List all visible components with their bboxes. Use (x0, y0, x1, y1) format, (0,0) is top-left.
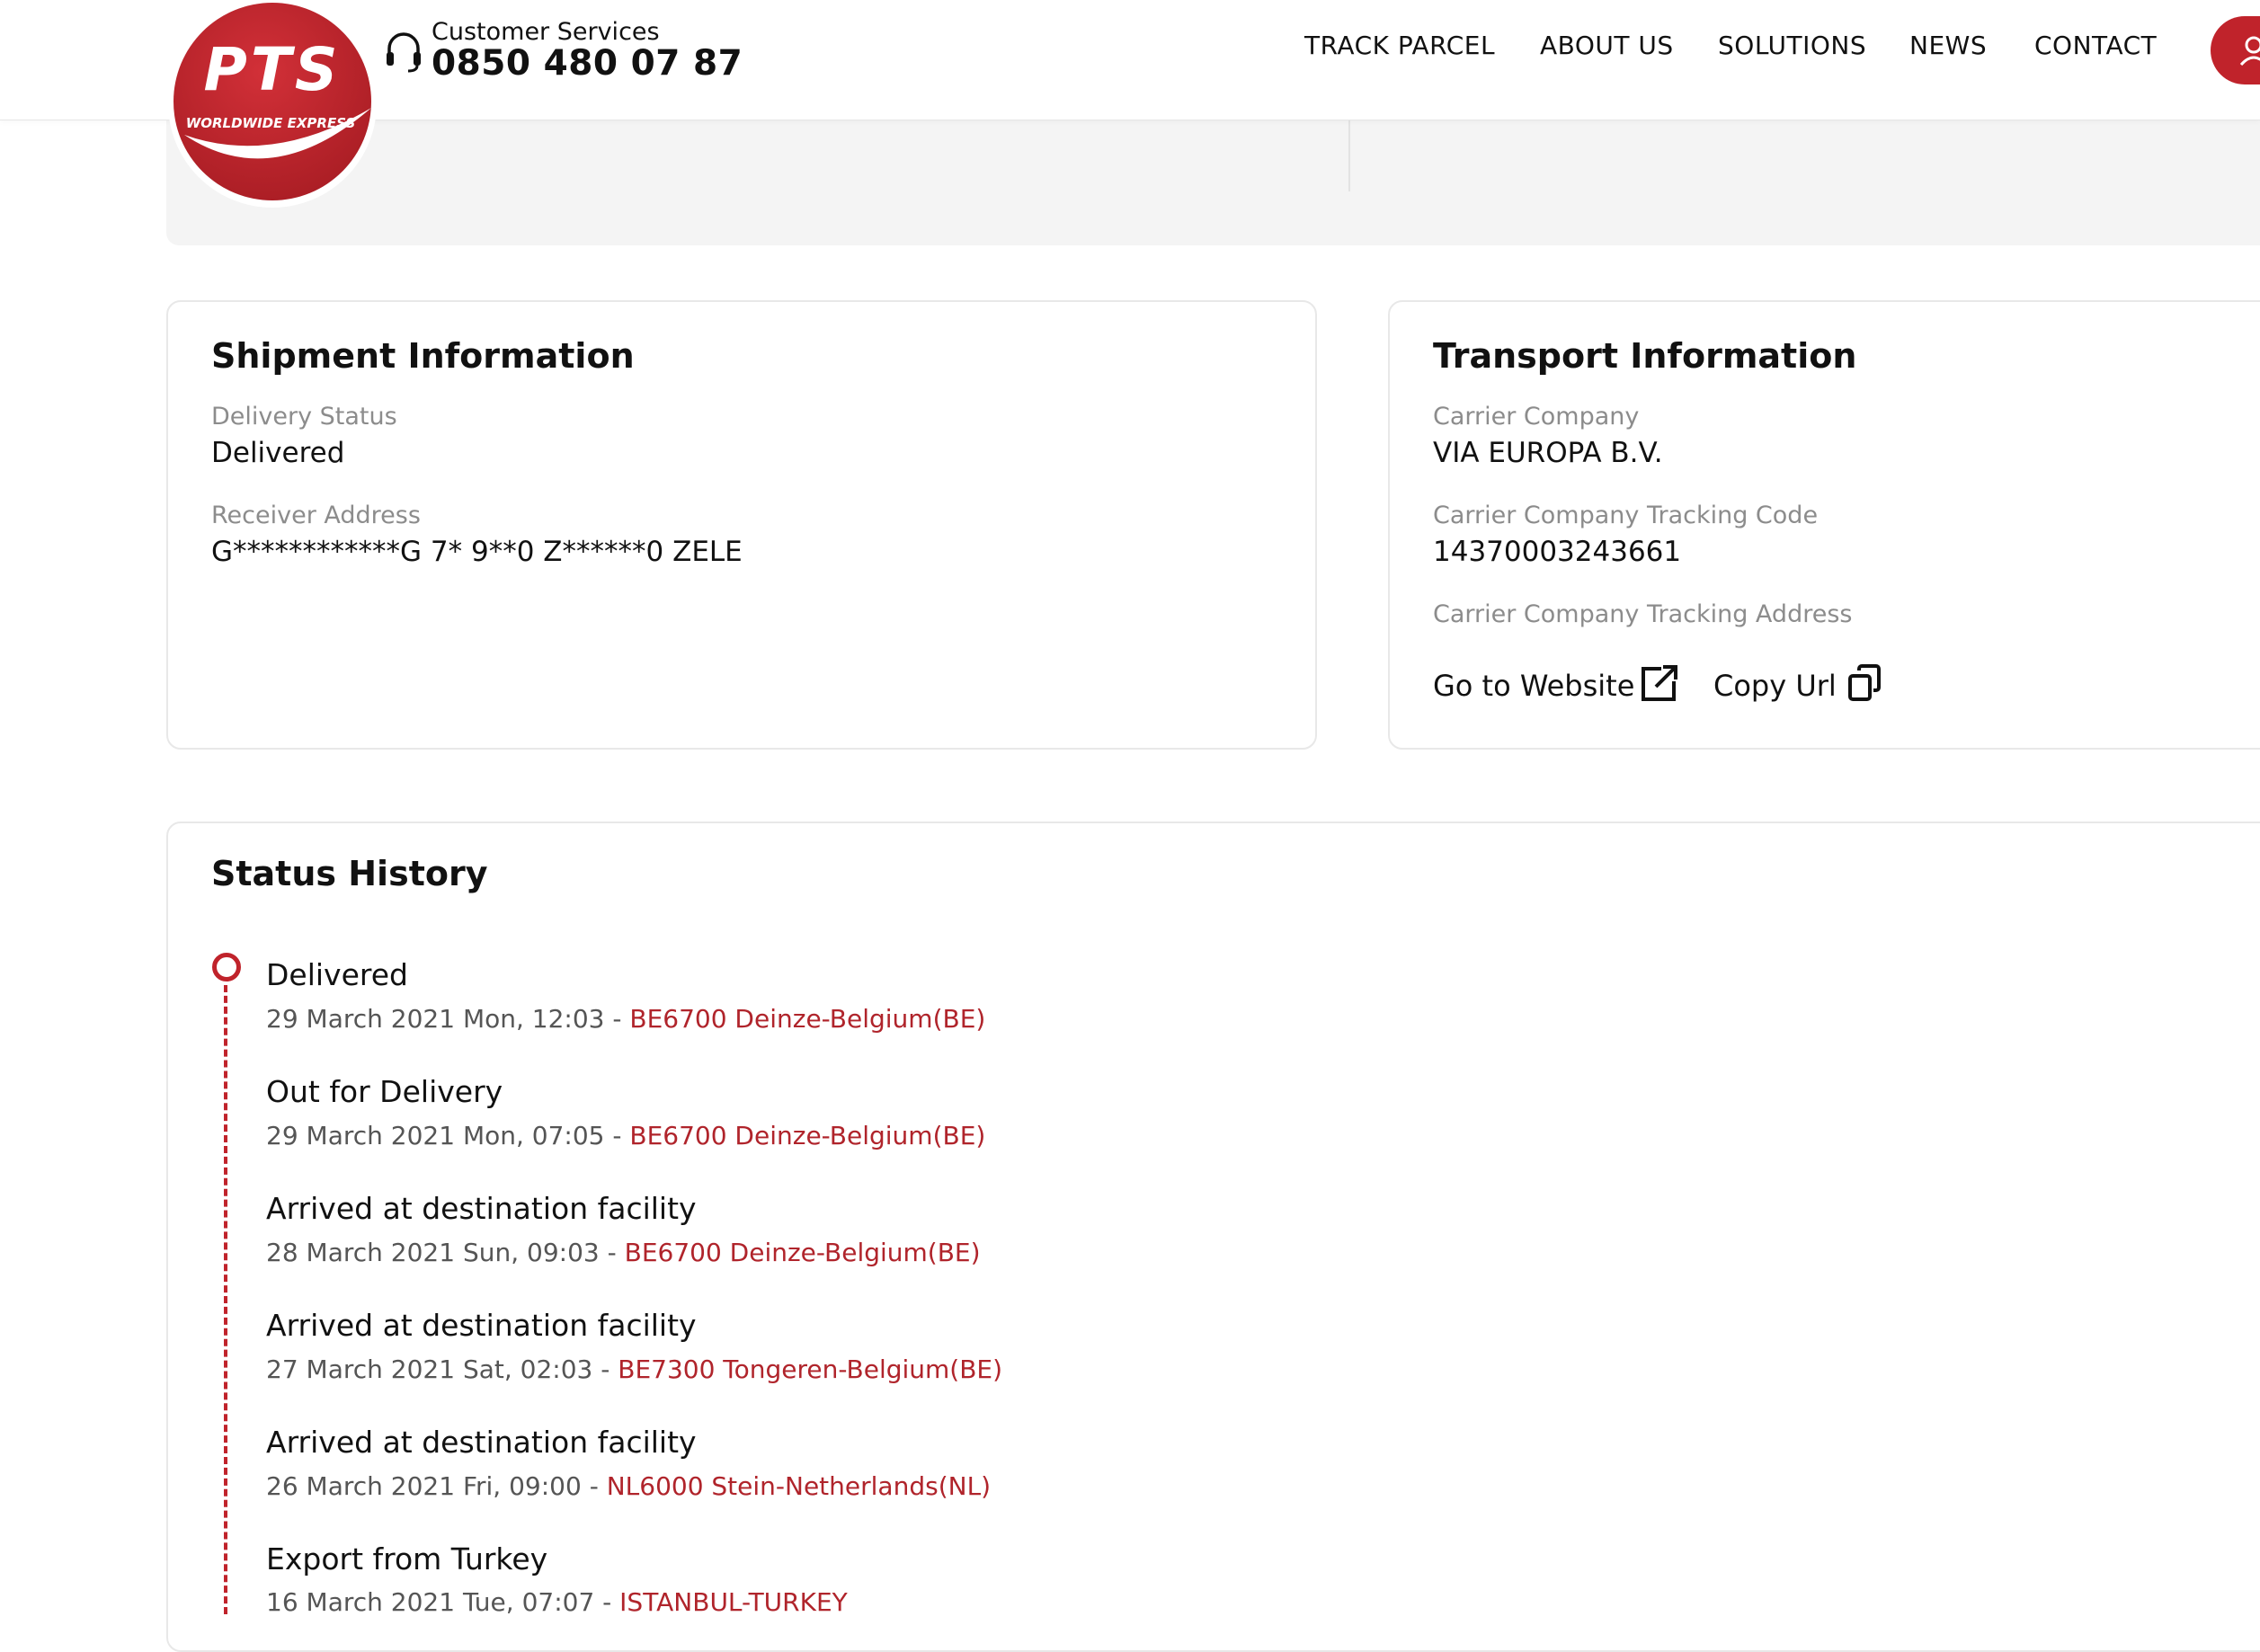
status-event-details: 29 March 2021 Mon, 07:05 - BE6700 Deinze… (266, 1121, 985, 1150)
transport-information-title: Transport Information (1433, 336, 1857, 376)
delivery-status-label: Delivery Status (211, 403, 397, 431)
status-event-title: Export from Turkey (266, 1541, 548, 1577)
status-event-datetime: 26 March 2021 Fri, 09:00 (266, 1471, 582, 1501)
status-event-separator: - (604, 1121, 630, 1150)
status-event-details: 27 March 2021 Sat, 02:03 - BE7300 Tonger… (266, 1354, 1002, 1384)
logo-subtext: WORLDWIDE EXPRESS (186, 115, 356, 131)
status-event-datetime: 29 March 2021 Mon, 07:05 (266, 1121, 605, 1150)
status-event-location: BE6700 Deinze-Belgium(BE) (629, 1121, 986, 1150)
receiver-address-label: Receiver Address (211, 502, 421, 529)
delivery-status-value: Delivered (211, 437, 345, 469)
status-event-location: BE7300 Tongeren-Belgium(BE) (618, 1354, 1003, 1384)
status-event-title: Arrived at destination facility (266, 1191, 697, 1226)
customer-services-phone[interactable]: 0850 480 07 87 (432, 43, 743, 84)
go-to-website-label: Go to Website (1433, 669, 1635, 703)
status-event-separator: - (604, 1004, 630, 1034)
carrier-company-label: Carrier Company (1433, 403, 1640, 431)
status-event-datetime: 27 March 2021 Sat, 02:03 (266, 1354, 593, 1384)
status-event-title: Delivered (266, 957, 408, 992)
tracking-code-value[interactable]: 14370003243661 (1433, 536, 1681, 568)
status-event-separator: - (581, 1471, 607, 1501)
status-event-separator: - (592, 1354, 618, 1384)
transport-information-card: Transport Information Carrier Company VI… (1388, 300, 2260, 750)
shipment-information-card: Shipment Information Delivery Status Del… (166, 300, 1317, 750)
user-account-button[interactable] (2211, 16, 2260, 84)
status-event-datetime: 16 March 2021 Tue, 07:07 (266, 1587, 595, 1617)
status-event-location: BE6700 Deinze-Belgium(BE) (629, 1004, 986, 1034)
copy-url-button[interactable]: Copy Url (1713, 664, 1893, 708)
nav-solutions[interactable]: SOLUTIONS (1718, 31, 1866, 60)
status-event-details: 28 March 2021 Sun, 09:03 - BE6700 Deinze… (266, 1238, 981, 1267)
tracking-address-label: Carrier Company Tracking Address (1433, 600, 1853, 628)
copy-url-label: Copy Url (1713, 669, 1837, 703)
status-event-separator: - (594, 1587, 620, 1617)
customer-services-label: Customer Services (432, 18, 660, 46)
nav-about-us[interactable]: ABOUT US (1540, 31, 1674, 60)
status-event-title: Arrived at destination facility (266, 1308, 697, 1343)
nav-track-parcel[interactable]: TRACK PARCEL (1304, 31, 1495, 60)
status-event-datetime: 29 March 2021 Mon, 12:03 (266, 1004, 605, 1034)
status-event-details: 29 March 2021 Mon, 12:03 - BE6700 Deinze… (266, 1004, 985, 1034)
tracking-summary-banner (166, 120, 2260, 245)
external-link-icon (1642, 665, 1677, 701)
status-event-title: Out for Delivery (266, 1074, 503, 1109)
status-history-title: Status History (211, 854, 488, 893)
shipment-information-title: Shipment Information (211, 336, 635, 376)
headset-icon (387, 32, 421, 73)
nav-news[interactable]: NEWS (1909, 31, 1987, 60)
user-icon (2239, 36, 2260, 67)
timeline-current-marker (212, 953, 241, 981)
status-event-datetime: 28 March 2021 Sun, 09:03 (266, 1238, 600, 1267)
status-history-card: Status History (166, 822, 2260, 1652)
nav-contact[interactable]: CONTACT (2034, 31, 2157, 60)
go-to-website-link[interactable]: Go to Website (1433, 665, 1685, 708)
tracking-code-label: Carrier Company Tracking Code (1433, 502, 1819, 529)
status-event-details: 26 March 2021 Fri, 09:00 - NL6000 Stein-… (266, 1471, 991, 1501)
status-event-location: ISTANBUL-TURKEY (619, 1587, 848, 1617)
carrier-company-value: VIA EUROPA B.V. (1433, 437, 1663, 469)
logo-text: PTS (204, 35, 342, 104)
status-event-location: BE6700 Deinze-Belgium(BE) (624, 1238, 981, 1267)
banner-divider (1348, 120, 1350, 191)
pts-logo[interactable]: PTS WORLDWIDE EXPRESS (165, 0, 380, 211)
timeline-line (224, 985, 227, 1614)
status-event-location: NL6000 Stein-Netherlands(NL) (606, 1471, 992, 1501)
status-event-title: Arrived at destination facility (266, 1425, 697, 1460)
receiver-address-value: G************G 7* 9**0 Z******0 ZELE (211, 536, 743, 568)
status-event-separator: - (599, 1238, 625, 1267)
status-event-details: 16 March 2021 Tue, 07:07 - ISTANBUL-TURK… (266, 1587, 848, 1617)
copy-icon (1848, 664, 1881, 701)
